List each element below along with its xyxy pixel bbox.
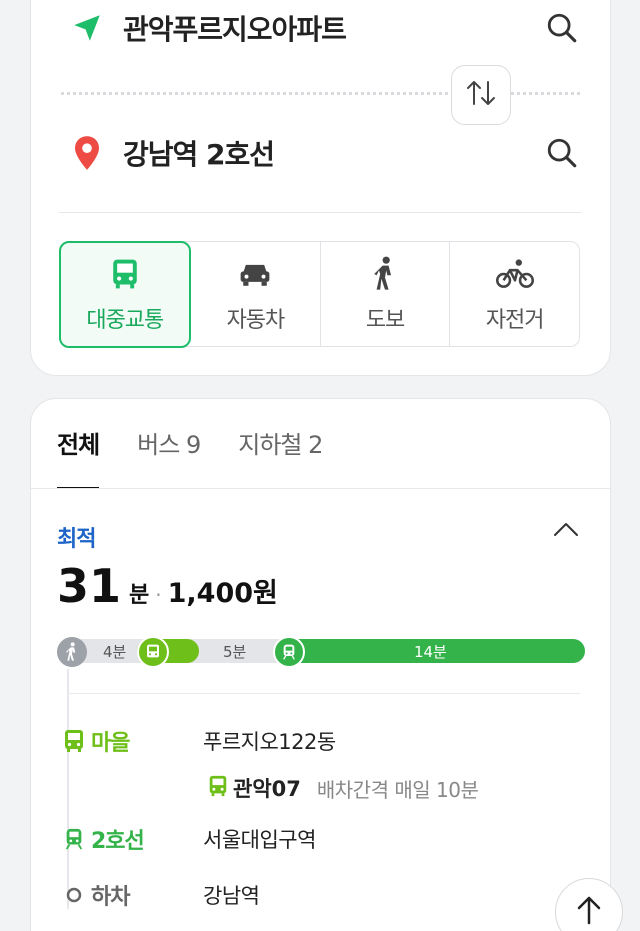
divider [67, 693, 580, 694]
route-results-card: 전체 버스 9 지하철 2 최적 31 분 · 1,400원 4분 5분 14분 [30, 398, 611, 931]
subway-icon [61, 826, 87, 852]
fare: 1,400원 [167, 578, 278, 609]
swap-arrows-icon [464, 78, 498, 112]
location-pin-icon [67, 133, 107, 173]
mode-car[interactable]: 자동차 [191, 242, 321, 346]
bus-icon [105, 254, 145, 294]
step-tag-label: 하차 [91, 885, 130, 910]
transport-mode-selector: 대중교통 자동차 도보 자전거 [58, 240, 580, 348]
tab-bus[interactable]: 버스 9 [137, 423, 201, 489]
step-tag: 마을 [61, 725, 203, 757]
total-minutes: 31 [57, 559, 122, 613]
route-input-card: 관악푸르지오아파트 강남역 2호선 대중교통 자동차 도보 자전거 [30, 0, 611, 376]
bicycle-icon [495, 254, 535, 294]
origin-name: 관악푸르지오아파트 [123, 13, 347, 46]
tab-all[interactable]: 전체 [57, 423, 100, 489]
bus-icon [137, 636, 169, 668]
arrow-up-icon [574, 894, 604, 930]
mode-label: 자전거 [485, 308, 545, 333]
step-alight[interactable]: 하차 강남역 [61, 879, 260, 911]
step-transfer-subway[interactable]: 2호선 서울대입구역 [61, 823, 316, 855]
separator: · [155, 583, 162, 607]
timeline-bus-label: 5분 [222, 643, 247, 661]
car-icon [235, 254, 275, 294]
best-route-badge: 최적 [57, 527, 96, 552]
bus-number: 관악07 [233, 777, 301, 801]
step-stop: 강남역 [203, 884, 260, 908]
step-tag: 하차 [61, 879, 203, 911]
step-tag: 2호선 [61, 823, 203, 855]
search-icon[interactable] [542, 133, 582, 173]
step-stop: 푸르지오122동 [203, 730, 336, 754]
mode-transit[interactable]: 대중교통 [58, 240, 192, 348]
step-tag-label: 2호선 [91, 829, 145, 854]
route-summary: 31 분 · 1,400원 [57, 559, 278, 613]
mode-walk[interactable]: 도보 [321, 242, 451, 346]
result-tabs: 전체 버스 9 지하철 2 [57, 423, 360, 489]
bus-detail[interactable]: 관악07 배차간격 매일 10분 [207, 773, 479, 803]
divider [31, 488, 610, 489]
timeline-subway-label: 14분 [413, 643, 447, 661]
subway-icon [272, 636, 305, 668]
minutes-unit: 분 [129, 583, 150, 608]
divider [59, 212, 582, 213]
navigation-arrow-icon [67, 8, 107, 48]
destination-row[interactable]: 강남역 2호선 [59, 123, 582, 183]
search-icon[interactable] [542, 8, 582, 48]
tab-subway[interactable]: 지하철 2 [238, 423, 323, 489]
step-board-bus[interactable]: 마을 푸르지오122동 [61, 725, 336, 757]
walk-icon [365, 254, 405, 294]
bus-interval: 배차간격 매일 10분 [316, 777, 479, 802]
steps-rail [67, 669, 69, 909]
walk-icon [57, 637, 87, 667]
mode-label: 대중교통 [86, 308, 164, 333]
mode-label: 자동차 [226, 308, 286, 333]
swap-button[interactable] [451, 65, 511, 125]
origin-row[interactable]: 관악푸르지오아파트 [59, 0, 582, 58]
bus-icon [207, 774, 229, 803]
chevron-up-icon[interactable] [552, 519, 580, 543]
destination-name: 강남역 2호선 [123, 138, 275, 171]
mode-label: 도보 [365, 308, 405, 333]
step-tag-label: 마을 [91, 731, 130, 756]
bus-icon [61, 728, 87, 754]
mode-bicycle[interactable]: 자전거 [450, 242, 579, 346]
step-stop: 서울대입구역 [203, 828, 316, 852]
timeline-walk-label: 4분 [103, 643, 127, 661]
stop-circle-icon [61, 882, 87, 908]
route-timeline: 4분 5분 14분 [57, 636, 585, 668]
scroll-to-top-button[interactable] [555, 878, 623, 931]
